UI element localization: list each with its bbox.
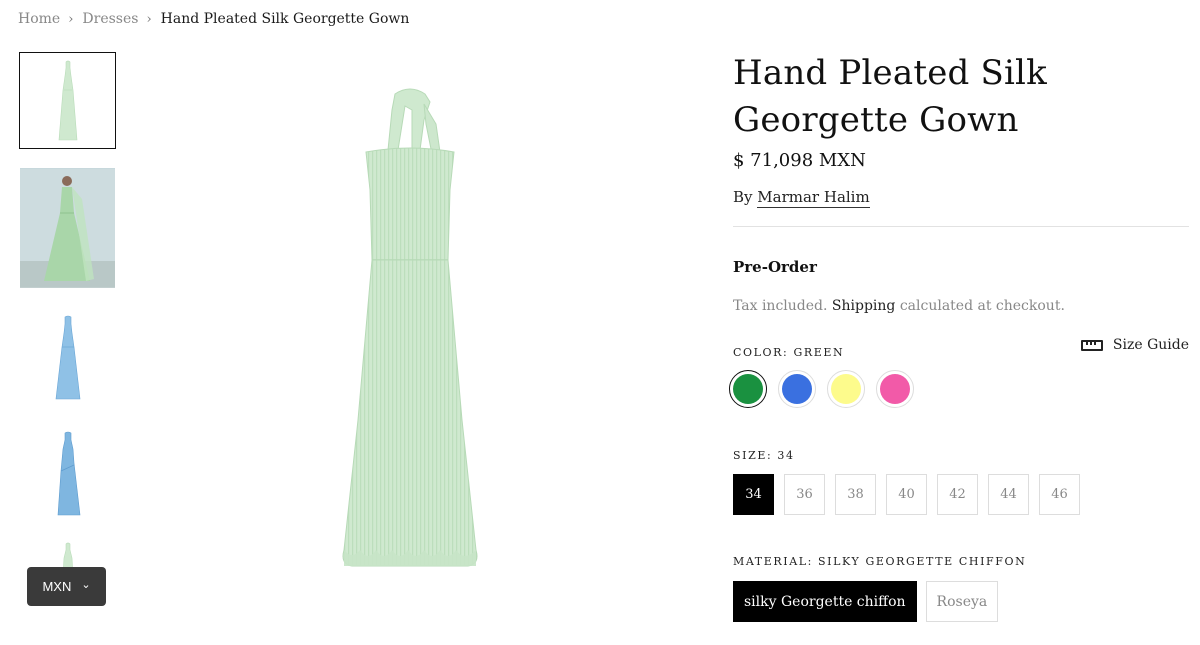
product-price: $ 71,098 MXN	[733, 150, 866, 171]
thumbnail-model-photo[interactable]	[20, 168, 115, 288]
size-button-42[interactable]: 42	[937, 474, 978, 515]
product-info: Hand Pleated Silk Georgette Gown $ 71,09…	[729, 50, 1189, 622]
material-button-roseya[interactable]: Roseya	[925, 581, 999, 622]
dress-thumbnail-image	[55, 315, 80, 400]
chevron-right-icon: ›	[68, 11, 74, 27]
tax-note: Tax included. Shipping calculated at che…	[733, 298, 1189, 314]
size-button-46[interactable]: 46	[1039, 474, 1080, 515]
material-label: MATERIAL: SILKY GEORGETTE CHIFFON	[733, 555, 1027, 568]
product-title: Hand Pleated Silk Georgette Gown	[733, 50, 1189, 144]
size-button-38[interactable]: 38	[835, 474, 876, 515]
thumbnail-gallery	[19, 52, 116, 578]
size-guide-label: Size Guide	[1112, 337, 1189, 353]
material-buttons: silky Georgette chiffon Roseya	[733, 581, 1189, 622]
color-label: COLOR: GREEN	[733, 346, 845, 359]
thumbnail-green-front[interactable]	[19, 52, 116, 149]
size-button-36[interactable]: 36	[784, 474, 825, 515]
color-swatch-pink[interactable]	[876, 370, 914, 408]
availability-status: Pre-Order	[733, 258, 817, 276]
size-button-44[interactable]: 44	[988, 474, 1029, 515]
size-buttons: 34 36 38 40 42 44 46	[733, 474, 1189, 515]
divider	[733, 226, 1189, 227]
size-button-40[interactable]: 40	[886, 474, 927, 515]
material-button-silky-georgette-chiffon[interactable]: silky Georgette chiffon	[733, 581, 917, 622]
chevron-right-icon: ›	[146, 11, 152, 27]
tax-suffix: calculated at checkout.	[899, 298, 1065, 314]
currency-selector[interactable]: MXN ⌄	[27, 567, 106, 606]
ruler-icon	[1080, 339, 1103, 351]
product-title-line-1: Hand Pleated Silk	[733, 53, 1047, 93]
chevron-down-icon: ⌄	[81, 579, 91, 591]
size-guide-button[interactable]: Size Guide	[1080, 337, 1189, 353]
breadcrumb: Home › Dresses › Hand Pleated Silk Georg…	[18, 11, 409, 27]
swatch-color-yellow	[831, 374, 861, 404]
product-title-line-2: Georgette Gown	[733, 100, 1019, 140]
green-gown-image	[342, 88, 478, 567]
size-option: SIZE: 34 34 36 38 40 42 44 46	[733, 449, 1189, 515]
color-option-header: COLOR: GREEN Size Guide	[733, 337, 1189, 361]
model-photo-image	[20, 169, 115, 287]
size-button-34[interactable]: 34	[733, 474, 774, 515]
shipping-link[interactable]: Shipping	[832, 298, 895, 314]
tax-prefix: Tax included.	[733, 298, 828, 314]
size-label: SIZE: 34	[733, 449, 795, 462]
dress-thumbnail-image	[57, 431, 80, 516]
swatch-color-green	[733, 374, 763, 404]
dress-thumbnail-image	[58, 60, 77, 140]
vendor-by-label: By	[733, 188, 753, 206]
swatch-color-blue	[782, 374, 812, 404]
material-option: MATERIAL: SILKY GEORGETTE CHIFFON silky …	[733, 555, 1189, 622]
color-swatch-blue[interactable]	[778, 370, 816, 408]
currency-value: MXN	[42, 579, 72, 594]
thumbnail-blue-side[interactable]	[20, 424, 115, 524]
thumbnail-blue-front[interactable]	[20, 308, 115, 408]
breadcrumb-current: Hand Pleated Silk Georgette Gown	[160, 11, 410, 27]
vendor-link[interactable]: Marmar Halim	[757, 188, 870, 208]
breadcrumb-dresses-link[interactable]: Dresses	[82, 11, 138, 27]
swatch-color-pink	[880, 374, 910, 404]
color-swatches	[729, 370, 1189, 408]
color-swatch-green[interactable]	[729, 370, 767, 408]
main-product-image[interactable]	[300, 80, 520, 580]
breadcrumb-home-link[interactable]: Home	[18, 11, 60, 27]
product-vendor: By Marmar Halim	[733, 188, 1189, 208]
color-swatch-yellow[interactable]	[827, 370, 865, 408]
